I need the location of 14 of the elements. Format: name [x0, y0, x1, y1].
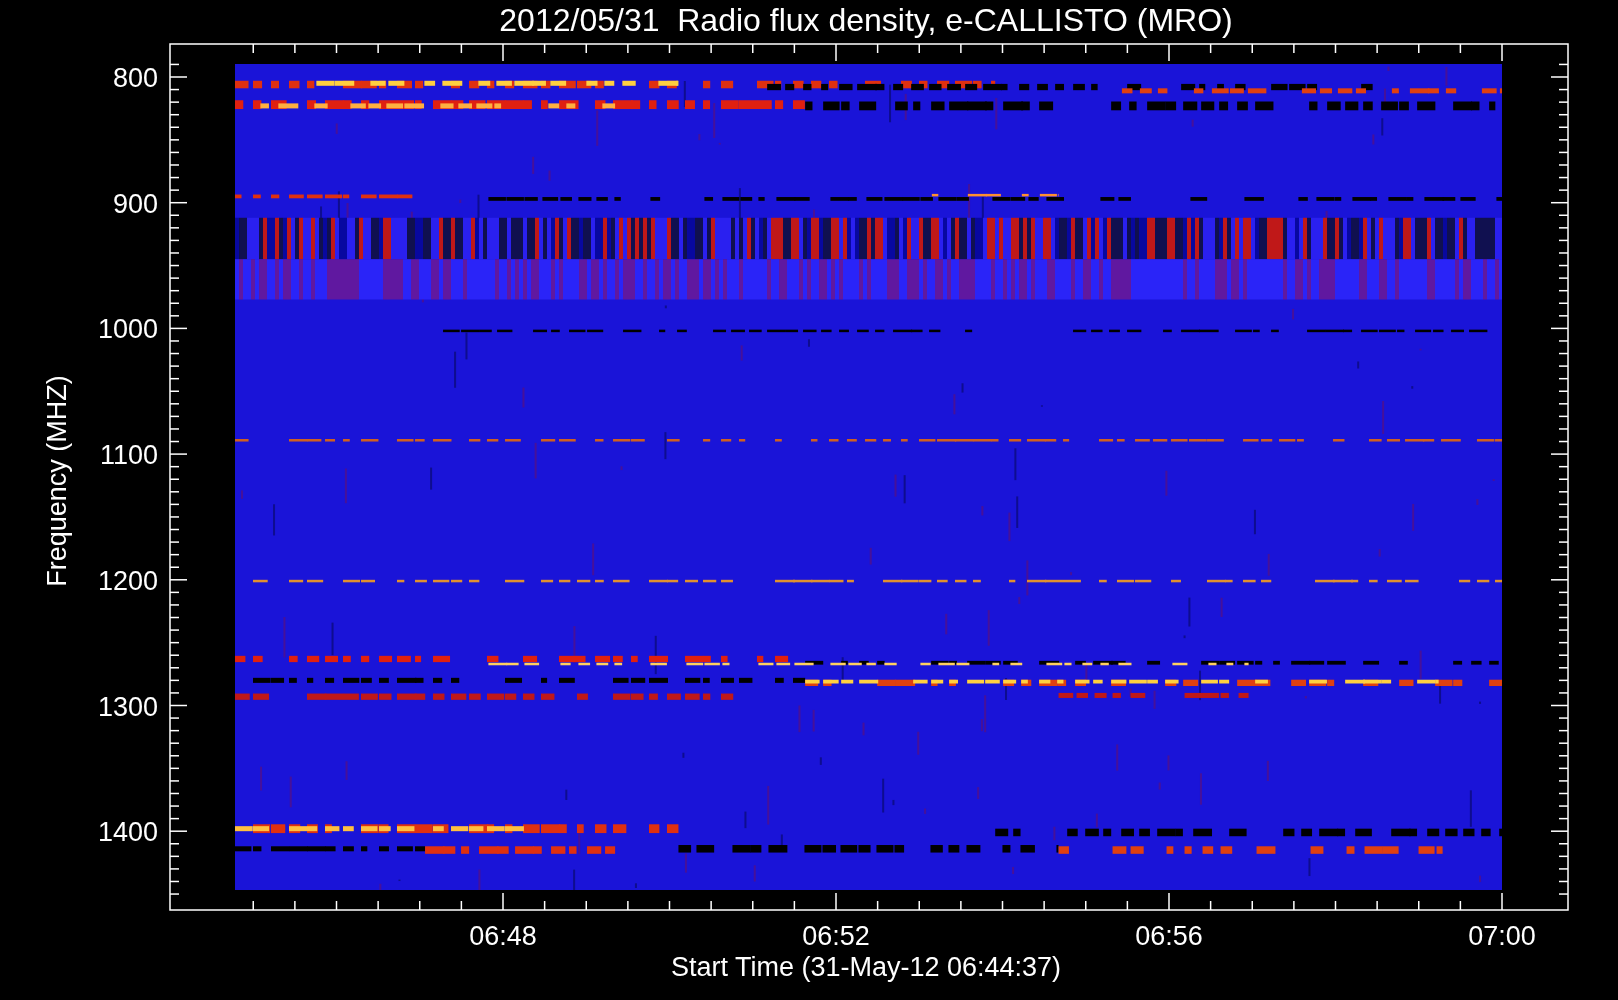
chart-title: 2012/05/31 Radio flux density, e-CALLISTO (MRO) [499, 2, 1233, 38]
tick-label: 07:00 [1468, 921, 1536, 951]
tick-label: 06:48 [469, 921, 537, 951]
tick-label: 1100 [99, 440, 158, 471]
tick-label: 1200 [97, 565, 158, 596]
axis-title: Frequency (MHZ) [42, 375, 72, 587]
axis-title: Start Time (31-May-12 06:44:37) [670, 952, 1062, 982]
tick-label: 1000 [97, 314, 158, 345]
tick-label: 800 [112, 63, 158, 93]
tick-label: 06:52 [802, 921, 870, 951]
tick-label: 06:56 [1135, 921, 1203, 951]
tick-label: 1300 [97, 691, 158, 722]
tick-label: 900 [112, 188, 158, 219]
tick-label: 1400 [97, 817, 158, 848]
